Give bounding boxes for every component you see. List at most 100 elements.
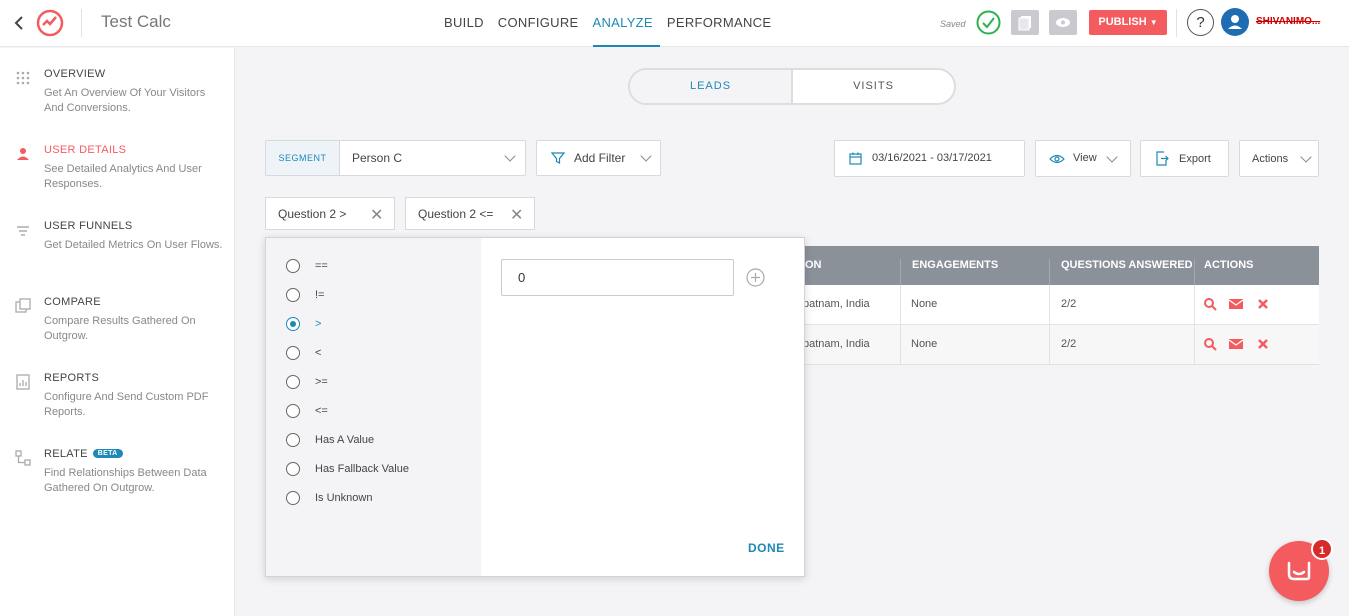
date-range-picker[interactable]: 03/16/2021 - 03/17/2021: [834, 140, 1025, 177]
back-arrow-icon[interactable]: [12, 13, 28, 33]
radio-button[interactable]: [286, 433, 300, 447]
radio-button-selected[interactable]: [286, 317, 300, 331]
sidebar-item-overview[interactable]: OVERVIEW Get An Overview Of Your Visitor…: [0, 68, 234, 128]
done-button[interactable]: DONE: [748, 541, 785, 555]
sidebar-item-desc: Compare Results Gathered On Outgrow.: [44, 315, 196, 342]
header-divider-2: [1176, 9, 1177, 37]
eye-icon: [1049, 152, 1065, 169]
sidebar-item-title: USER DETAILS: [44, 144, 127, 156]
sidebar-item-relate[interactable]: RELATE BETA Find Relationships Between Da…: [0, 448, 234, 508]
avatar[interactable]: [1221, 8, 1249, 36]
view-dropdown[interactable]: View: [1035, 140, 1131, 177]
header-divider: [81, 9, 82, 37]
filter-value-input[interactable]: [501, 259, 734, 296]
pages-button[interactable]: [1011, 10, 1039, 35]
app-title: Test Calc: [101, 12, 171, 31]
user-icon: [15, 146, 31, 162]
nav-performance[interactable]: PERFORMANCE: [667, 0, 778, 47]
close-icon[interactable]: ✕: [510, 205, 523, 225]
segment-value: Person C: [352, 151, 403, 165]
sidebar: OVERVIEW Get An Overview Of Your Visitor…: [0, 48, 235, 616]
column-divider: [900, 285, 901, 324]
chat-notification-badge: 1: [1311, 538, 1333, 560]
delete-x-icon[interactable]: [1256, 297, 1270, 311]
compare-windows-icon: [15, 298, 31, 314]
chevron-down-icon: [1106, 151, 1118, 163]
operator-list: == != > < >= <= Has A Value Has Fallback…: [266, 238, 481, 576]
add-filter-label: Add Filter: [574, 151, 626, 165]
delete-x-icon[interactable]: [1256, 337, 1270, 351]
chevron-down-icon: [1300, 151, 1312, 163]
search-icon[interactable]: [1203, 297, 1217, 311]
sidebar-item-desc: Configure And Send Custom PDF Reports.: [44, 391, 209, 418]
segment-select[interactable]: SEGMENT Person C: [265, 140, 526, 176]
check-circle-icon: [976, 10, 1001, 35]
outgrow-logo-icon[interactable]: [34, 6, 66, 38]
actions-dropdown[interactable]: Actions: [1239, 140, 1319, 177]
cell-location: patnam, India: [803, 298, 870, 310]
nav-configure[interactable]: CONFIGURE: [498, 0, 586, 47]
radio-button[interactable]: [286, 462, 300, 476]
nav-analyze[interactable]: ANALYZE: [592, 0, 660, 47]
filter-operator-popover: == != > < >= <= Has A Value Has Fallback…: [265, 237, 805, 577]
sidebar-item-reports[interactable]: REPORTS Configure And Send Custom PDF Re…: [0, 372, 234, 432]
chevron-down-icon: [504, 150, 516, 162]
column-header-location: ON: [805, 259, 822, 271]
sidebar-item-user-funnels[interactable]: USER FUNNELS Get Detailed Metrics On Use…: [0, 220, 234, 280]
date-range-value: 03/16/2021 - 03/17/2021: [872, 152, 992, 164]
sidebar-item-compare[interactable]: COMPARE Compare Results Gathered On Outg…: [0, 296, 234, 356]
email-icon[interactable]: [1228, 297, 1244, 311]
filter-chip-label: Question 2 >: [278, 207, 347, 221]
cell-engagements: None: [911, 298, 938, 310]
funnel-lines-icon: [15, 222, 31, 238]
column-divider: [1049, 285, 1050, 324]
column-header-engagements: ENGAGEMENTS: [912, 259, 999, 271]
beta-badge: BETA: [92, 449, 123, 458]
filter-chip[interactable]: Question 2 > ✕: [265, 197, 395, 230]
actions-label: Actions: [1252, 153, 1289, 165]
search-icon[interactable]: [1203, 337, 1217, 351]
table-row[interactable]: patnam, India None 2/2: [800, 285, 1319, 325]
export-button[interactable]: Export: [1140, 140, 1229, 177]
help-button[interactable]: ?: [1187, 9, 1214, 36]
sidebar-item-desc: See Detailed Analytics And User Response…: [44, 163, 202, 190]
publish-button[interactable]: PUBLISH ▼: [1089, 10, 1167, 35]
chevron-down-icon: [640, 150, 652, 162]
radio-button[interactable]: [286, 288, 300, 302]
cell-location: patnam, India: [803, 338, 870, 350]
plus-circle-icon[interactable]: [746, 268, 765, 287]
column-divider: [1049, 325, 1050, 364]
preview-eye-button[interactable]: [1049, 10, 1077, 35]
grid-dots-icon: [15, 70, 31, 86]
radio-button[interactable]: [286, 404, 300, 418]
column-divider: [1194, 325, 1195, 364]
username[interactable]: SHIVANIMO...: [1256, 16, 1328, 27]
tab-visits[interactable]: VISITS: [793, 70, 954, 103]
sidebar-item-user-details[interactable]: USER DETAILS See Detailed Analytics And …: [0, 144, 234, 204]
email-icon[interactable]: [1228, 337, 1244, 351]
add-filter-button[interactable]: Add Filter: [536, 140, 661, 176]
column-divider: [900, 325, 901, 364]
cell-questions-answered: 2/2: [1061, 298, 1077, 310]
leads-visits-toggle: LEADS VISITS: [628, 68, 956, 105]
sidebar-item-title: RELATE BETA: [44, 448, 123, 460]
filter-funnel-icon: [550, 151, 566, 168]
radio-button[interactable]: [286, 375, 300, 389]
tab-leads[interactable]: LEADS: [630, 70, 793, 103]
table-row[interactable]: patnam, India None 2/2: [800, 325, 1319, 365]
sidebar-item-title: COMPARE: [44, 296, 101, 308]
column-divider: [1194, 285, 1195, 324]
filter-chip-label: Question 2 <=: [418, 207, 494, 221]
radio-button[interactable]: [286, 259, 300, 273]
close-icon[interactable]: ✕: [370, 205, 383, 225]
relate-nodes-icon: [15, 450, 31, 466]
view-label: View: [1073, 152, 1097, 164]
table-header: ON ENGAGEMENTS QUESTIONS ANSWERED ACTION…: [800, 246, 1319, 298]
cell-engagements: None: [911, 338, 938, 350]
radio-button[interactable]: [286, 346, 300, 360]
cell-questions-answered: 2/2: [1061, 338, 1077, 350]
nav-build[interactable]: BUILD: [444, 0, 491, 47]
top-bar: Test Calc BUILD CONFIGURE ANALYZE PERFOR…: [0, 0, 1349, 47]
radio-button[interactable]: [286, 491, 300, 505]
filter-chip[interactable]: Question 2 <= ✕: [405, 197, 535, 230]
